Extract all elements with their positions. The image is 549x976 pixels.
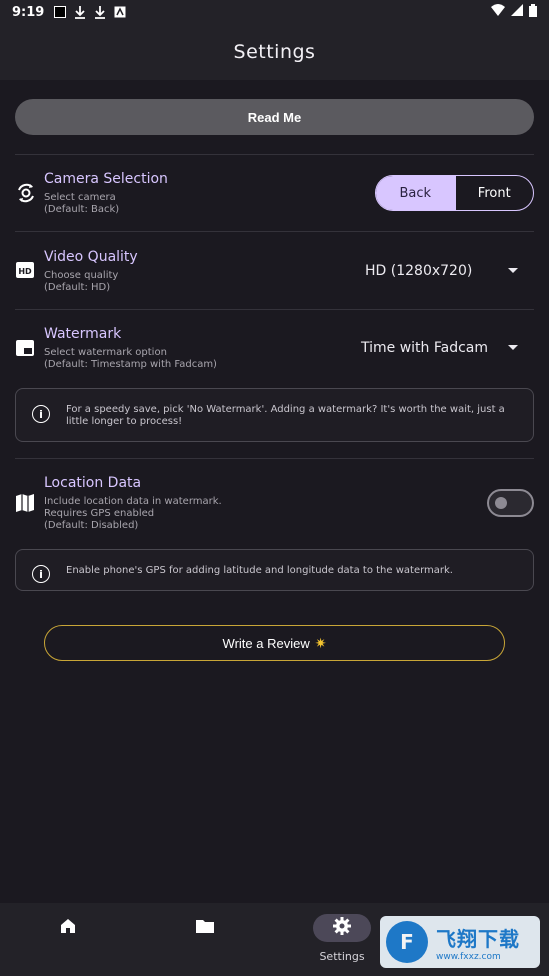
watermark-default: (Default: Timestamp with Fadcam) xyxy=(44,359,217,370)
battery-icon xyxy=(529,3,537,21)
svg-text:HD: HD xyxy=(18,267,32,276)
nav-home-indicator xyxy=(39,914,97,942)
info-icon: i xyxy=(32,565,50,583)
read-me-button[interactable]: Read Me xyxy=(15,99,534,135)
divider xyxy=(15,154,534,155)
nav-files-indicator xyxy=(176,914,234,942)
video-quality-dropdown[interactable]: HD (1280x720) xyxy=(365,261,525,281)
download-icon xyxy=(74,5,86,19)
nav-settings-label: Settings xyxy=(319,950,365,963)
download-icon xyxy=(94,5,106,19)
page-title: Settings xyxy=(233,41,316,63)
video-quality-value: HD (1280x720) xyxy=(365,263,473,279)
video-quality-default: (Default: HD) xyxy=(44,282,111,293)
sparkle-star-icon: ✷ xyxy=(314,634,327,651)
home-icon xyxy=(59,917,77,939)
nav-files[interactable] xyxy=(160,903,250,976)
write-review-button[interactable]: Write a Review ✷ xyxy=(44,625,505,661)
gear-icon xyxy=(333,917,351,939)
location-data-toggle[interactable] xyxy=(487,489,534,517)
camera-selection-title: Camera Selection xyxy=(44,171,168,187)
camera-selection-default: (Default: Back) xyxy=(44,204,120,215)
watermark-title: Watermark xyxy=(44,326,122,342)
location-data-requirement: Requires GPS enabled xyxy=(44,508,155,519)
write-review-label: Write a Review xyxy=(222,635,310,651)
dropdown-arrow-icon xyxy=(508,345,518,350)
hd-icon: HD xyxy=(15,261,37,283)
status-time: 9:19 xyxy=(12,4,45,20)
notification-square-icon xyxy=(54,6,67,18)
watermark-subtitle: Select watermark option xyxy=(44,347,167,358)
location-data-title: Location Data xyxy=(44,475,142,491)
watermark-value: Time with Fadcam xyxy=(361,340,489,356)
camera-selection-subtitle: Select camera xyxy=(44,192,116,203)
video-quality-subtitle: Choose quality xyxy=(44,270,119,281)
nav-home[interactable] xyxy=(23,903,113,976)
toggle-knob xyxy=(495,497,507,509)
status-bar: 9:19 xyxy=(0,0,549,24)
location-data-setting: Location Data Include location data in w… xyxy=(15,474,534,536)
camera-option-front[interactable]: Front xyxy=(454,176,534,210)
video-quality-title: Video Quality xyxy=(44,249,138,265)
camera-option-back[interactable]: Back xyxy=(376,176,455,210)
location-info-box: i Enable phone's GPS for adding latitude… xyxy=(15,549,534,591)
divider xyxy=(15,231,534,232)
signal-icon xyxy=(511,4,523,20)
app-bar: Settings xyxy=(0,24,549,80)
dropdown-arrow-icon xyxy=(508,268,518,273)
wifi-icon xyxy=(491,4,505,20)
info-icon: i xyxy=(32,405,50,423)
nav-settings[interactable]: Settings xyxy=(297,903,387,976)
camera-segmented-control: Back Front xyxy=(375,175,534,211)
site-watermark-name: 飞翔下载 xyxy=(436,926,520,951)
camera-switch-icon xyxy=(15,182,37,204)
app-notification-icon xyxy=(114,6,126,18)
divider xyxy=(15,458,534,459)
watermark-info-text: For a speedy save, pick 'No Watermark'. … xyxy=(66,404,505,427)
site-watermark-logo: F 飞翔下载 www.fxxz.com xyxy=(380,916,540,968)
site-logo-emblem-icon: F xyxy=(386,921,428,963)
map-icon xyxy=(15,493,37,515)
watermark-info-box: i For a speedy save, pick 'No Watermark'… xyxy=(15,388,534,442)
nav-settings-indicator xyxy=(313,914,371,942)
watermark-icon xyxy=(15,339,37,361)
site-watermark-url: www.fxxz.com xyxy=(436,951,501,962)
location-data-subtitle: Include location data in watermark. xyxy=(44,496,222,507)
watermark-dropdown[interactable]: Time with Fadcam xyxy=(361,338,525,358)
location-info-text: Enable phone's GPS for adding latitude a… xyxy=(66,565,453,576)
divider xyxy=(15,309,534,310)
location-data-default: (Default: Disabled) xyxy=(44,520,139,531)
folder-icon xyxy=(195,918,215,938)
